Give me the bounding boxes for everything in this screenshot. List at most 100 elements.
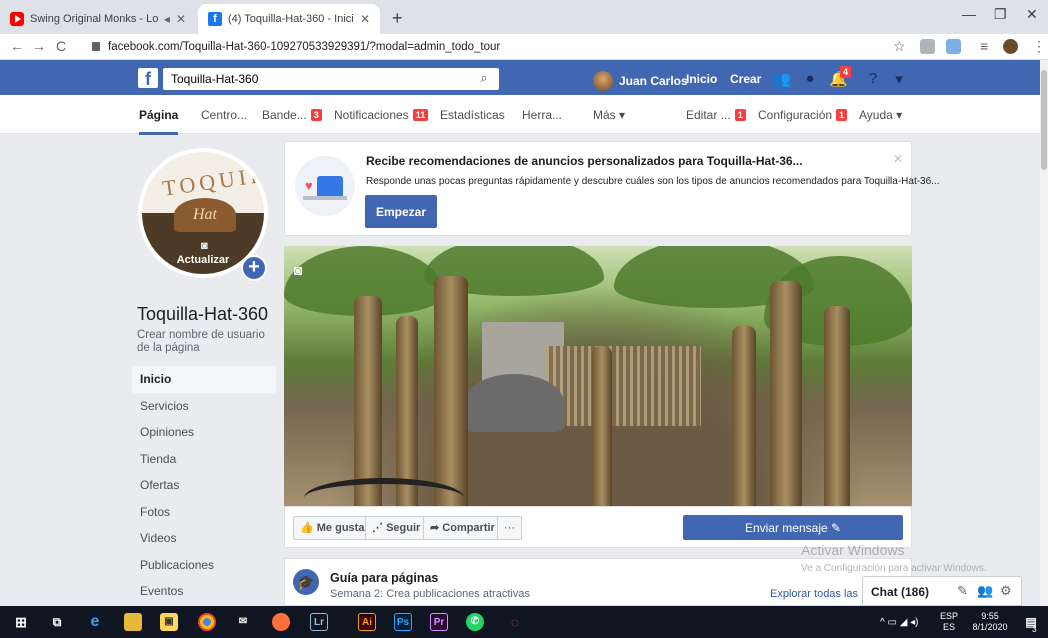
nav-item-offers[interactable]: Ofertas	[132, 472, 276, 499]
user-name: Juan Carlos	[619, 74, 688, 88]
file-explorer-icon[interactable]	[124, 613, 142, 631]
tab-close-icon[interactable]: ✕	[360, 12, 370, 26]
browser-tab-facebook[interactable]: f (4) Toquilla-Hat-360 - Inicio ✕	[198, 4, 380, 34]
firefox-icon[interactable]	[272, 613, 290, 631]
like-icon: 👍	[300, 522, 317, 534]
explore-all-link[interactable]: Explorar todas las	[770, 588, 858, 600]
facebook-logo-icon[interactable]: f	[138, 68, 158, 89]
back-icon[interactable]: ←	[10, 38, 24, 54]
start-button[interactable]: Empezar	[365, 195, 437, 228]
gear-icon[interactable]: ⚙	[1000, 583, 1012, 599]
menu-kebab-icon[interactable]: ⋮	[1032, 38, 1046, 55]
tab-close-icon[interactable]: ✕	[176, 12, 186, 26]
task-view-icon[interactable]: ⧉	[48, 613, 66, 631]
action-center-icon[interactable]: ▤	[1022, 613, 1040, 631]
camera-icon[interactable]: ◙	[294, 262, 302, 278]
facebook-header: f ⌕ Juan Carlos Inicio Crear 👥 ● 🔔 4 ? ▾	[0, 60, 1040, 95]
activation-watermark-text: Ve a Configuración para activar Windows.	[801, 563, 987, 574]
photoshop-icon[interactable]: Ps	[394, 613, 412, 631]
tab-help[interactable]: Ayuda ▾	[859, 108, 902, 122]
nav-item-events[interactable]: Eventos	[132, 578, 276, 605]
guide-title: Guía para páginas	[330, 571, 439, 585]
clock[interactable]: 9:55 8/1/2020	[968, 611, 1012, 633]
compose-icon[interactable]: ✎	[957, 583, 968, 599]
close-icon[interactable]: ✕	[893, 152, 903, 166]
nav-item-reviews[interactable]: Opiniones	[132, 419, 276, 446]
nav-item-services[interactable]: Servicios	[132, 393, 276, 420]
create-username-link[interactable]: Crear nombre de usuario de la página	[137, 329, 277, 355]
extension-icon[interactable]	[920, 39, 935, 54]
mail-icon[interactable]: ✉	[234, 613, 252, 631]
tab-edit[interactable]: Editar ... 1	[686, 108, 746, 122]
language-indicator[interactable]: ESP ES	[940, 611, 958, 633]
guide-subtitle: Semana 2: Crea publicaciones atractivas	[330, 588, 530, 600]
url-text: facebook.com/Toquilla-Hat-360-1092705339…	[108, 41, 501, 53]
illustrator-icon[interactable]: Ai	[358, 613, 376, 631]
page-scrollbar[interactable]	[1040, 60, 1048, 606]
add-photo-button[interactable]: +	[241, 255, 267, 281]
app-icon[interactable]: ◌	[506, 613, 524, 631]
brand-logo-text: TOQUILLA	[160, 156, 268, 201]
tab-statistics[interactable]: Estadísticas	[440, 108, 505, 122]
whatsapp-icon[interactable]: ✆	[466, 613, 484, 631]
tab-more[interactable]: Más ▾	[593, 108, 625, 122]
windows-start-icon[interactable]: ⊞	[12, 613, 30, 631]
follow-button[interactable]: ⋰ Seguir	[365, 516, 428, 540]
more-actions-button[interactable]: ···	[497, 516, 522, 540]
scrollbar-thumb[interactable]	[1041, 70, 1047, 170]
nav-item-videos[interactable]: Videos	[132, 525, 276, 552]
new-group-icon[interactable]: 👥	[977, 583, 993, 599]
nav-create[interactable]: Crear	[730, 72, 761, 86]
tab-page[interactable]: Página	[139, 108, 179, 135]
nav-item-posts[interactable]: Publicaciones	[132, 552, 276, 579]
lightroom-icon[interactable]: Lr	[310, 613, 328, 631]
extension-icon[interactable]	[946, 39, 961, 54]
new-tab-button[interactable]: +	[392, 8, 403, 29]
bookmark-star-icon[interactable]: ☆	[893, 38, 906, 55]
nav-item-photos[interactable]: Fotos	[132, 499, 276, 526]
nav-item-shop[interactable]: Tienda	[132, 446, 276, 473]
account-menu-icon[interactable]: ▾	[890, 70, 908, 88]
tab-label: Más ▾	[593, 108, 626, 122]
restore-icon[interactable]: ❐	[994, 6, 1007, 23]
page-title[interactable]: Toquilla-Hat-360	[137, 304, 268, 325]
nav-home[interactable]: Inicio	[686, 72, 717, 86]
help-icon[interactable]: ?	[864, 70, 882, 87]
profile-avatar[interactable]	[1003, 39, 1018, 54]
window-close-icon[interactable]: ✕	[1026, 6, 1038, 23]
store-icon[interactable]: ▣	[160, 613, 178, 631]
tab-inbox[interactable]: Bande... 3	[262, 108, 322, 122]
premiere-icon[interactable]: Pr	[430, 613, 448, 631]
tab-center[interactable]: Centro...	[201, 108, 247, 122]
like-button[interactable]: 👍 Me gusta	[293, 516, 372, 540]
friend-requests-icon[interactable]: 👥	[772, 70, 791, 88]
browser-tab-youtube[interactable]: Swing Original Monks - Los ◂ ✕	[0, 4, 196, 34]
share-button[interactable]: ➦ Compartir	[423, 516, 502, 540]
user-profile-link[interactable]: Juan Carlos	[593, 71, 688, 91]
url-field[interactable]: facebook.com/Toquilla-Hat-360-1092705339…	[92, 37, 892, 57]
search-input[interactable]	[163, 68, 499, 90]
system-tray-icons[interactable]: ^ ▭ ◢ ◂)	[880, 617, 919, 628]
edge-browser-icon[interactable]: e	[86, 613, 104, 631]
action-center-count: 3	[1032, 625, 1037, 634]
cover-photo[interactable]: ◙	[284, 246, 912, 506]
rss-icon: ⋰	[372, 522, 387, 534]
audio-icon[interactable]: ◂	[164, 12, 170, 26]
tab-notifications[interactable]: Notificaciones 11	[334, 108, 429, 122]
chat-bar[interactable]: Chat (186) ✎ 👥 ⚙	[862, 576, 1022, 606]
send-message-button[interactable]: Enviar mensaje ✎	[683, 515, 903, 540]
nav-item-home[interactable]: Inicio	[132, 366, 276, 393]
forward-icon[interactable]: →	[32, 38, 46, 54]
tab-settings[interactable]: Configuración 1	[758, 108, 848, 122]
reading-list-icon[interactable]: ≡	[980, 38, 988, 54]
minimize-icon[interactable]: —	[962, 6, 976, 22]
messenger-icon[interactable]: ●	[801, 70, 819, 87]
chrome-icon[interactable]	[198, 613, 216, 631]
camera-icon: ◙	[201, 240, 208, 252]
activation-watermark-title: Activar Windows	[801, 542, 905, 558]
share-icon: ➦	[430, 522, 443, 534]
clock-date: 8/1/2020	[972, 622, 1008, 632]
tab-tools[interactable]: Herra...	[522, 108, 562, 122]
reload-icon[interactable]: C	[56, 38, 66, 54]
search-icon[interactable]: ⌕	[470, 70, 498, 88]
